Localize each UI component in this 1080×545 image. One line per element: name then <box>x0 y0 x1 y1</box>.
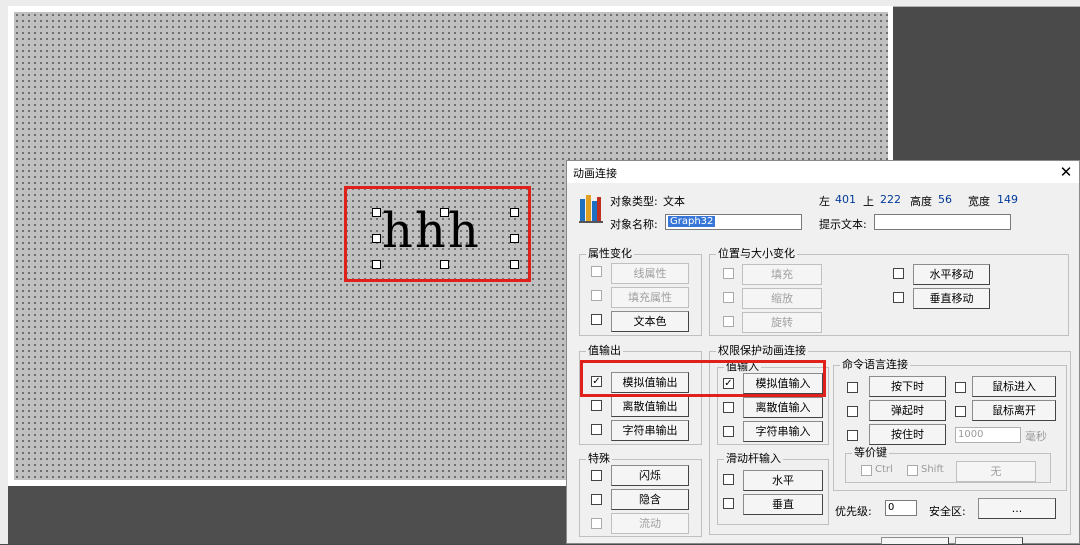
pos-fill-checkbox[interactable] <box>723 268 734 279</box>
fill-attr-checkbox[interactable] <box>591 290 602 301</box>
security-zone-label: 安全区: <box>929 505 966 518</box>
hold-interval-input[interactable]: 1000 <box>955 427 1021 443</box>
string-output-button[interactable]: 字符串输出 <box>611 420 689 441</box>
group-slider-input: 滑动杆输入 <box>717 452 829 525</box>
group-special-title: 特殊 <box>586 452 612 466</box>
top-value: 222 <box>880 193 901 206</box>
hotkey-none-button[interactable]: 无 <box>956 461 1036 482</box>
ctrl-checkbox[interactable] <box>861 465 872 476</box>
left-value: 401 <box>835 193 856 206</box>
group-slider-input-title: 滑动杆输入 <box>724 452 783 466</box>
left-strip <box>0 6 8 544</box>
text-color-checkbox[interactable] <box>591 314 602 325</box>
press-checkbox[interactable] <box>847 382 858 393</box>
blink-checkbox[interactable] <box>591 470 602 481</box>
slider-horizontal-checkbox[interactable] <box>723 474 734 485</box>
group-position-size-title: 位置与大小变化 <box>716 247 797 261</box>
blink-button[interactable]: 闪烁 <box>611 465 689 486</box>
mouse-enter-button[interactable]: 鼠标进入 <box>972 376 1056 397</box>
mouse-enter-checkbox[interactable] <box>955 382 966 393</box>
slider-vertical-button[interactable]: 垂直 <box>743 494 823 515</box>
ctrl-label: Ctrl <box>875 464 893 475</box>
security-zone-button[interactable]: ... <box>978 498 1056 519</box>
slider-vertical-checkbox[interactable] <box>723 498 734 509</box>
dialog-title: 动画连接 <box>573 167 617 180</box>
release-checkbox[interactable] <box>847 406 858 417</box>
hide-checkbox[interactable] <box>591 494 602 505</box>
width-value: 149 <box>997 193 1018 206</box>
mouse-leave-button[interactable]: 鼠标离开 <box>972 400 1056 421</box>
string-input-button[interactable]: 字符串输入 <box>743 421 823 442</box>
h-move-button[interactable]: 水平移动 <box>913 264 990 285</box>
hide-button[interactable]: 隐含 <box>611 489 689 510</box>
animation-link-dialog: 动画连接 ✕ 对象类型: 文本 对象名称: Graph32 左 401 上 22… <box>566 160 1080 545</box>
string-output-checkbox[interactable] <box>591 424 602 435</box>
press-button[interactable]: 按下时 <box>869 376 946 397</box>
hint-text-label: 提示文本: <box>819 218 867 231</box>
group-command-language-title: 命令语言连接 <box>840 358 910 372</box>
discrete-output-checkbox[interactable] <box>591 400 602 411</box>
object-name-input[interactable]: Graph32 <box>665 214 802 230</box>
shift-checkbox[interactable] <box>907 465 918 476</box>
height-value: 56 <box>938 193 952 206</box>
hold-button[interactable]: 按住时 <box>869 424 946 445</box>
height-label: 高度 <box>910 195 932 208</box>
mouse-leave-checkbox[interactable] <box>955 406 966 417</box>
object-name-label: 对象名称: <box>610 218 658 231</box>
group-value-output-title: 值输出 <box>586 344 623 358</box>
highlight-box-analog-io <box>580 360 826 397</box>
text-color-button[interactable]: 文本色 <box>611 311 689 332</box>
rotate-checkbox[interactable] <box>723 316 734 327</box>
object-type-value: 文本 <box>663 195 685 208</box>
books-icon <box>579 195 603 223</box>
v-move-button[interactable]: 垂直移动 <box>913 288 990 309</box>
hint-text-input[interactable] <box>874 214 1011 230</box>
line-attr-button[interactable]: 线属性 <box>611 263 689 284</box>
priority-input[interactable]: 0 <box>885 500 917 516</box>
fill-attr-button[interactable]: 填充属性 <box>611 287 689 308</box>
scale-button[interactable]: 缩放 <box>742 288 822 309</box>
dialog-titlebar <box>567 161 1079 183</box>
width-label: 宽度 <box>968 195 990 208</box>
left-label: 左 <box>819 195 830 208</box>
hold-checkbox[interactable] <box>847 430 858 441</box>
discrete-input-checkbox[interactable] <box>723 402 734 413</box>
flow-button[interactable]: 流动 <box>611 513 689 534</box>
group-hotkey-title: 等价键 <box>852 446 889 460</box>
ms-label: 毫秒 <box>1025 430 1047 443</box>
rotate-button[interactable]: 旋转 <box>742 312 822 333</box>
group-attribute-change-title: 属性变化 <box>586 247 634 261</box>
priority-label: 优先级: <box>835 505 872 518</box>
close-icon[interactable]: ✕ <box>1055 161 1077 183</box>
discrete-input-button[interactable]: 离散值输入 <box>743 397 823 418</box>
line-attr-checkbox[interactable] <box>591 266 602 277</box>
group-permission-protected-title: 权限保护动画连接 <box>716 344 808 358</box>
flow-checkbox[interactable] <box>591 518 602 529</box>
string-input-checkbox[interactable] <box>723 426 734 437</box>
slider-horizontal-button[interactable]: 水平 <box>743 470 823 491</box>
v-move-checkbox[interactable] <box>893 292 904 303</box>
highlight-box-text-object <box>344 186 531 282</box>
shift-label: Shift <box>921 464 944 475</box>
h-move-checkbox[interactable] <box>893 268 904 279</box>
object-type-label: 对象类型: <box>610 195 658 208</box>
scale-checkbox[interactable] <box>723 292 734 303</box>
discrete-output-button[interactable]: 离散值输出 <box>611 396 689 417</box>
release-button[interactable]: 弹起时 <box>869 400 946 421</box>
top-label: 上 <box>863 195 874 208</box>
pos-fill-button[interactable]: 填充 <box>742 264 822 285</box>
